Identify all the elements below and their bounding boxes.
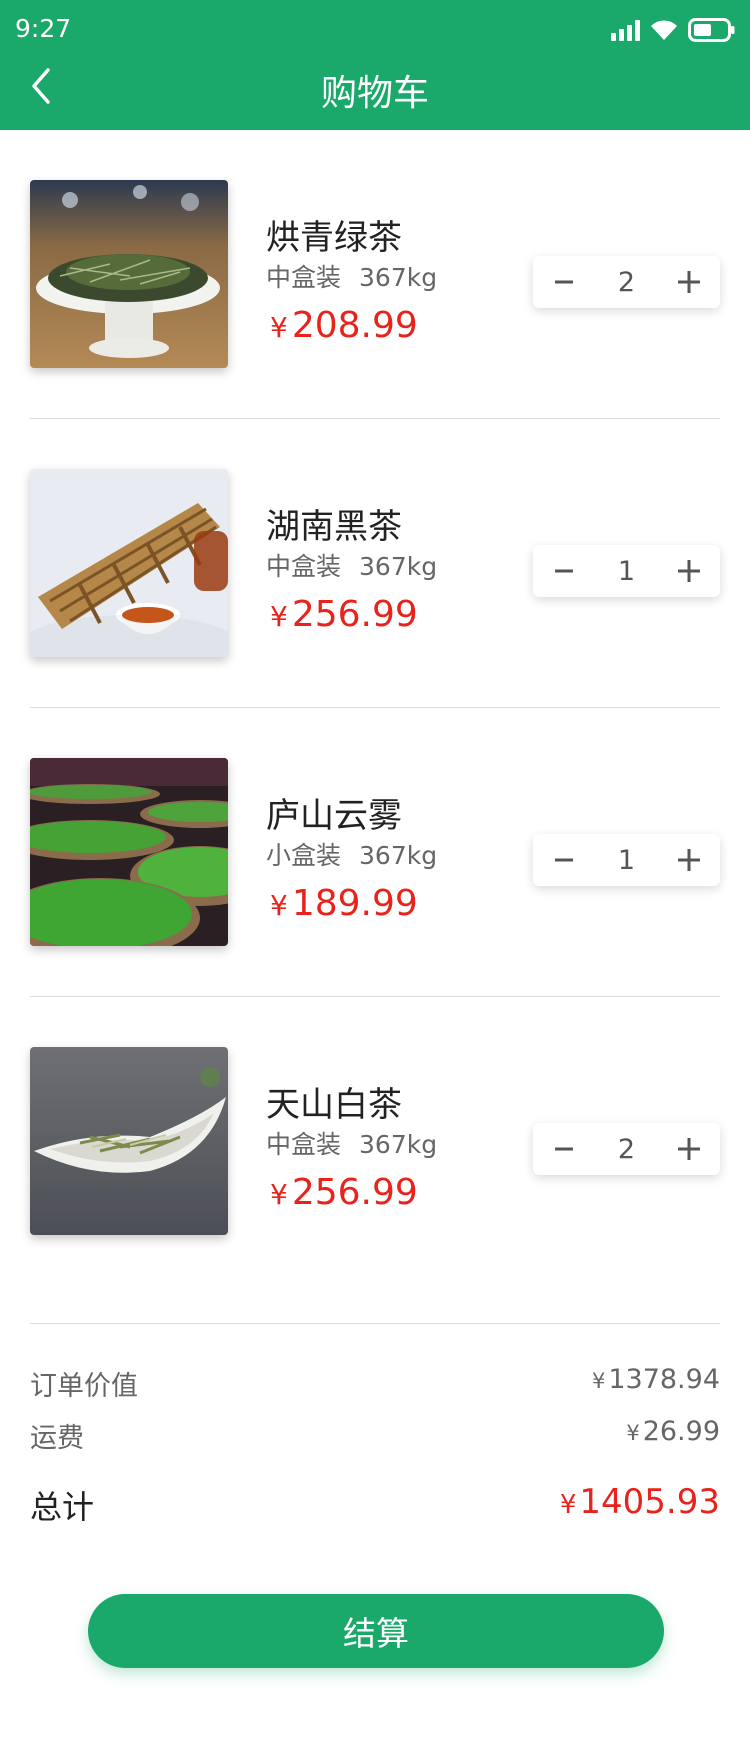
quantity-value: 2 — [617, 266, 636, 298]
order-value-row: 订单价值 ¥1378.94 — [30, 1364, 720, 1404]
currency-symbol: ¥ — [270, 311, 288, 344]
quantity-stepper: 2 — [533, 256, 720, 308]
order-summary: 订单价值 ¥1378.94 运费 ¥26.99 总计 ¥1405.93 — [30, 1323, 720, 1526]
signal-icon — [611, 19, 640, 41]
product-image — [30, 1047, 228, 1235]
product-image — [30, 758, 228, 946]
page-title: 购物车 — [320, 73, 429, 114]
item-price-value: 256.99 — [291, 594, 418, 635]
plus-icon — [678, 560, 700, 582]
item-price: ¥208.99 — [270, 305, 418, 346]
shipping-label: 运费 — [30, 1423, 84, 1454]
decrease-button[interactable] — [533, 545, 595, 597]
item-spec: 中盒装 367kg — [266, 258, 437, 294]
item-spec: 小盒装 367kg — [266, 836, 437, 872]
quantity-value: 1 — [617, 555, 636, 587]
increase-button[interactable] — [658, 545, 720, 597]
plus-icon — [678, 1138, 700, 1160]
quantity-value: 2 — [617, 1133, 636, 1165]
item-price: ¥256.99 — [270, 594, 418, 635]
minus-icon — [555, 858, 573, 862]
shipping-amount: 26.99 — [642, 1416, 720, 1447]
item-name: 湖南黑茶 — [266, 507, 402, 547]
cart-item[interactable]: 庐山云雾 小盒装 367kg ¥189.99 1 — [0, 708, 750, 997]
currency-symbol: ¥ — [559, 1490, 577, 1520]
increase-button[interactable] — [658, 1123, 720, 1175]
order-value: ¥1378.94 — [592, 1364, 720, 1395]
item-price: ¥189.99 — [270, 883, 418, 924]
battery-icon — [688, 18, 736, 42]
minus-icon — [555, 280, 573, 284]
decrease-button[interactable] — [533, 834, 595, 886]
currency-symbol: ¥ — [270, 889, 288, 922]
product-image — [30, 469, 228, 657]
cart-item[interactable]: 烘青绿茶 中盒装 367kg ¥208.99 2 — [0, 130, 750, 419]
product-image — [30, 180, 228, 368]
item-package: 中盒装 — [266, 263, 342, 292]
currency-symbol: ¥ — [626, 1421, 640, 1445]
checkout-button[interactable]: 结算 — [88, 1594, 664, 1668]
item-package: 中盒装 — [266, 552, 342, 581]
status-icons — [611, 17, 736, 43]
item-package: 小盒装 — [266, 841, 342, 870]
item-weight: 367kg — [359, 552, 438, 581]
total-value: ¥1405.93 — [560, 1482, 720, 1522]
plus-icon — [678, 271, 700, 293]
cart-list: 烘青绿茶 中盒装 367kg ¥208.99 2 湖南黑茶 中盒装 367kg … — [0, 130, 750, 1286]
item-price-value: 208.99 — [291, 305, 418, 346]
shipping-value: ¥26.99 — [626, 1416, 720, 1447]
quantity-stepper: 2 — [533, 1123, 720, 1175]
total-amount: 1405.93 — [579, 1482, 720, 1522]
currency-symbol: ¥ — [270, 1178, 288, 1211]
quantity-stepper: 1 — [533, 545, 720, 597]
wifi-icon — [650, 19, 678, 41]
minus-icon — [555, 569, 573, 573]
item-price-value: 189.99 — [291, 883, 418, 924]
minus-icon — [555, 1147, 573, 1151]
increase-button[interactable] — [658, 256, 720, 308]
increase-button[interactable] — [658, 834, 720, 886]
quantity-value: 1 — [617, 844, 636, 876]
item-name: 烘青绿茶 — [266, 218, 402, 258]
decrease-button[interactable] — [533, 256, 595, 308]
cart-item[interactable]: 湖南黑茶 中盒装 367kg ¥256.99 1 — [0, 419, 750, 708]
item-name: 庐山云雾 — [266, 796, 402, 836]
item-price-value: 256.99 — [291, 1172, 418, 1213]
item-price: ¥256.99 — [270, 1172, 418, 1213]
item-weight: 367kg — [359, 263, 438, 292]
shipping-row: 运费 ¥26.99 — [30, 1416, 720, 1456]
item-weight: 367kg — [359, 841, 438, 870]
status-time: 9:27 — [15, 14, 72, 43]
quantity-stepper: 1 — [533, 834, 720, 886]
order-value-amount: 1378.94 — [608, 1364, 720, 1395]
plus-icon — [678, 849, 700, 871]
total-label: 总计 — [30, 1488, 95, 1526]
currency-symbol: ¥ — [591, 1369, 606, 1393]
item-spec: 中盒装 367kg — [266, 1125, 437, 1161]
item-package: 中盒装 — [266, 1130, 342, 1159]
order-value-label: 订单价值 — [30, 1371, 138, 1402]
total-row: 总计 ¥1405.93 — [30, 1482, 720, 1526]
currency-symbol: ¥ — [270, 600, 288, 633]
item-name: 天山白茶 — [266, 1085, 402, 1125]
app-header: 9:27 购物车 — [0, 0, 750, 130]
cart-item[interactable]: 天山白茶 中盒装 367kg ¥256.99 2 — [0, 997, 750, 1286]
item-spec: 中盒装 367kg — [266, 547, 437, 583]
item-weight: 367kg — [359, 1130, 438, 1159]
decrease-button[interactable] — [533, 1123, 595, 1175]
